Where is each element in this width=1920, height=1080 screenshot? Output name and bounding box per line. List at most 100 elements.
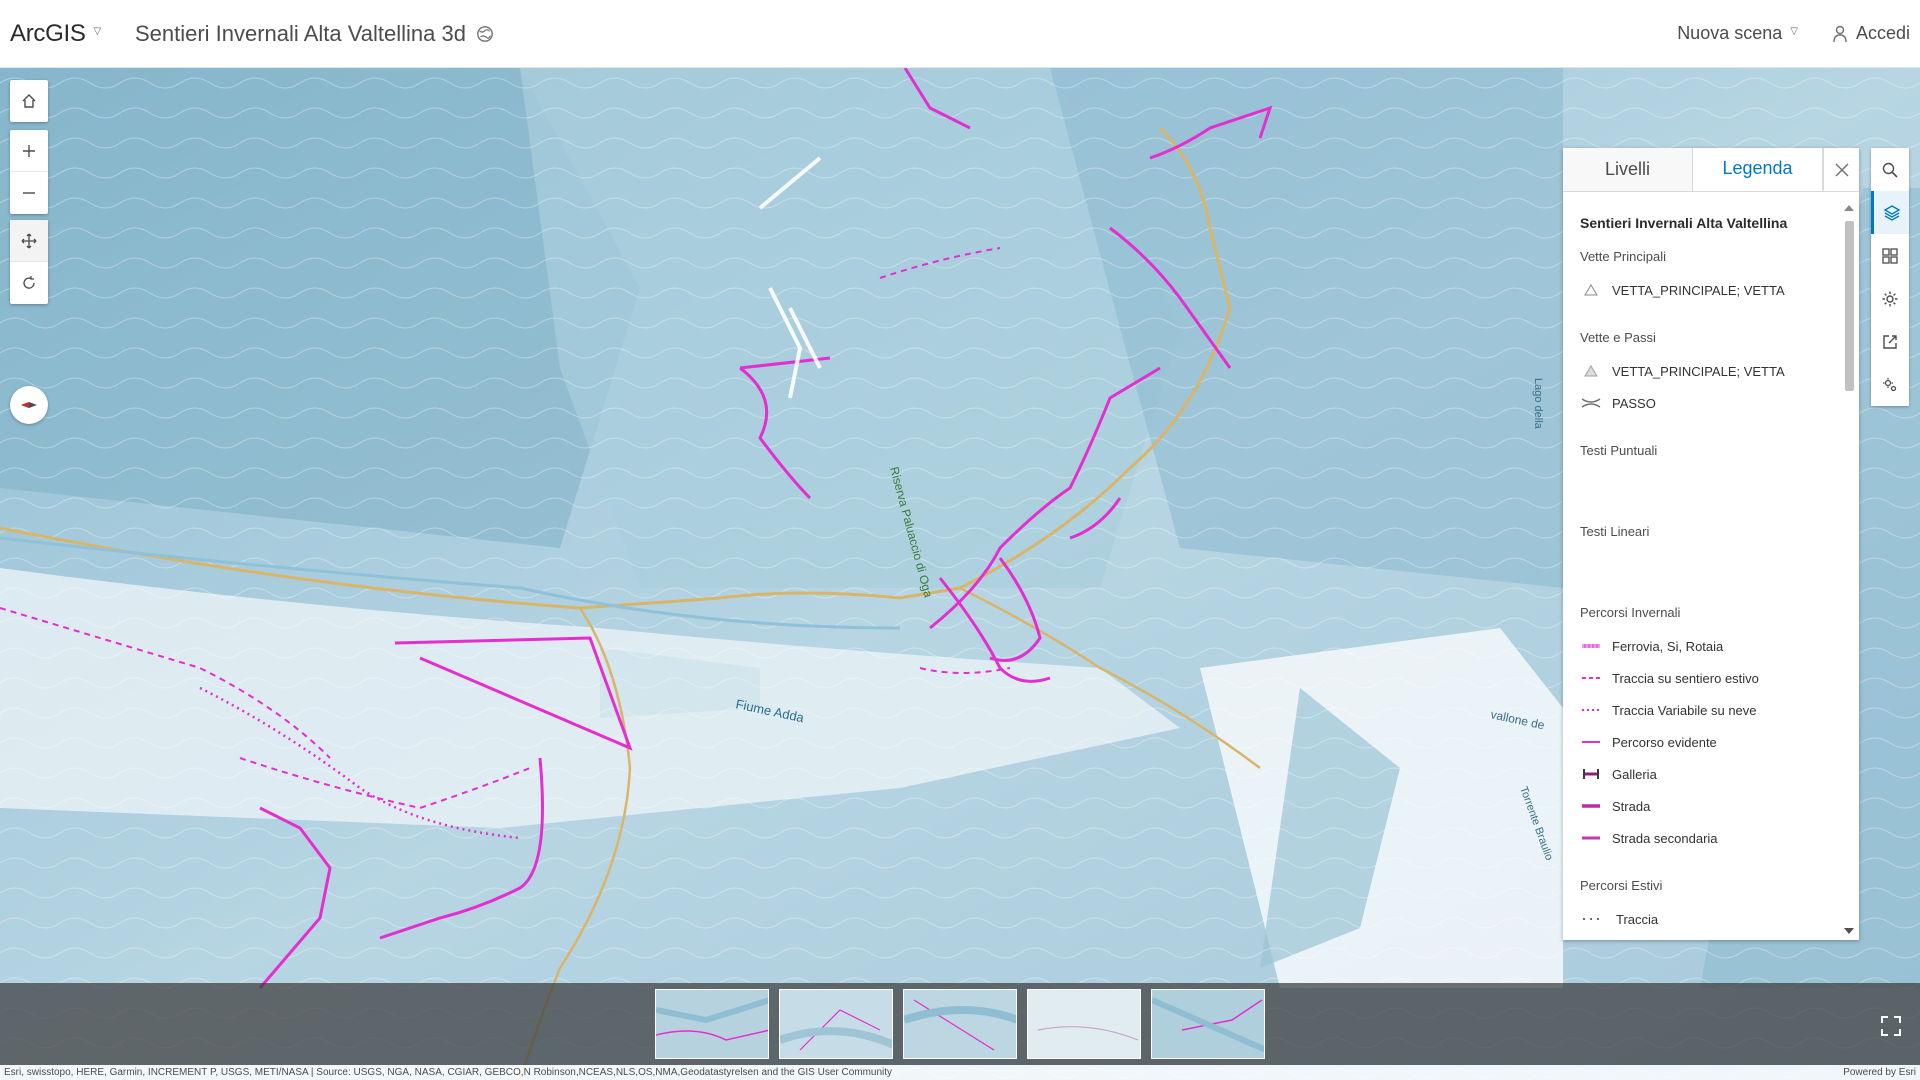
brand-label: ArcGIS xyxy=(10,19,86,47)
legend-item: Strada xyxy=(1580,790,1823,822)
slides-bar xyxy=(0,983,1920,1065)
zoom-out-button[interactable] xyxy=(10,172,48,214)
pan-icon xyxy=(21,233,37,248)
pan-button[interactable] xyxy=(10,220,48,262)
dotted-line-icon xyxy=(1582,709,1600,711)
share-button[interactable] xyxy=(1871,320,1909,363)
home-widget xyxy=(10,80,48,122)
railway-symbol-icon xyxy=(1582,644,1600,648)
sign-in-button[interactable]: Accedi xyxy=(1832,23,1910,44)
layers-icon xyxy=(1883,204,1900,221)
tab-label: Legenda xyxy=(1722,158,1793,178)
legend-item-label: Strada secondaria xyxy=(1612,830,1718,846)
compass-icon xyxy=(21,402,37,408)
tools-button[interactable] xyxy=(1871,363,1909,406)
slide-thumbnail[interactable] xyxy=(1027,989,1141,1059)
pass-icon xyxy=(1581,398,1601,408)
attribution-text: Esri, swisstopo, HERE, Garmin, INCREMENT… xyxy=(4,1067,893,1078)
navigation-toggle xyxy=(10,220,48,304)
legend-item: PASSO xyxy=(1580,387,1823,419)
legend-content: Sentieri Invernali Alta Valtellina Vette… xyxy=(1563,193,1859,940)
zoom-in-button[interactable] xyxy=(10,130,48,172)
dashed-line-icon xyxy=(1582,677,1600,679)
slide-thumbnail[interactable] xyxy=(655,989,769,1059)
scene-title-label: Sentieri Invernali Alta Valtellina 3d xyxy=(134,20,466,46)
legend-scrollbar[interactable] xyxy=(1841,203,1857,934)
panel-tabs: Livelli Legenda xyxy=(1563,148,1859,192)
right-toolbar xyxy=(1871,148,1909,406)
app-header: ArcGIS ▽ Sentieri Invernali Alta Valtell… xyxy=(0,0,1920,68)
tab-livelli[interactable]: Livelli xyxy=(1563,148,1693,191)
sign-in-label: Accedi xyxy=(1855,23,1910,43)
rotate-icon xyxy=(23,276,35,289)
powered-by-esri[interactable]: Powered by Esri xyxy=(1843,1067,1916,1078)
legend-title: Sentieri Invernali Alta Valtellina xyxy=(1580,215,1788,231)
legend-item: Traccia su sentiero estivo xyxy=(1580,662,1823,694)
legend-item-label: Ferrovia, Si, Rotaia xyxy=(1612,638,1724,654)
legend-layer-name: Percorsi Invernali xyxy=(1580,605,1681,620)
slide-thumbnail[interactable] xyxy=(1151,989,1265,1059)
legend-layer-name: Vette e Passi xyxy=(1580,330,1656,345)
legend-empty-symbol xyxy=(1580,549,1823,581)
search-icon xyxy=(1882,162,1898,178)
slide-thumbnail[interactable] xyxy=(903,989,1017,1059)
legend-panel: Livelli Legenda Sentieri Invernali Alta … xyxy=(1563,148,1859,940)
arcgis-brand-menu[interactable]: ArcGIS ▽ xyxy=(10,20,101,48)
user-icon xyxy=(1833,25,1847,42)
legend-item: VETTA_PRINCIPALE; VETTA xyxy=(1580,355,1823,387)
zoom-out-icon xyxy=(23,192,35,194)
triangle-icon xyxy=(1584,365,1598,377)
slide-thumbnail[interactable] xyxy=(779,989,893,1059)
legend-item: Ferrovia, Si, Rotaia xyxy=(1580,630,1823,662)
basemap-gallery-button[interactable] xyxy=(1871,234,1909,277)
rotate-button[interactable] xyxy=(10,262,48,304)
new-scene-menu[interactable]: Nuova scena ▽ xyxy=(1677,23,1798,44)
home-button[interactable] xyxy=(10,80,48,122)
tab-label: Livelli xyxy=(1604,159,1651,179)
dotted-trail-icon xyxy=(1583,918,1599,920)
legend-layer-name: Testi Lineari xyxy=(1580,524,1650,539)
tunnel-symbol-icon xyxy=(1583,769,1599,779)
legend-layer-name: Percorsi Estivi xyxy=(1580,878,1663,893)
close-icon xyxy=(1835,163,1848,176)
new-scene-label: Nuova scena xyxy=(1677,23,1783,43)
legend-item: Traccia xyxy=(1580,903,1823,935)
header-actions: Nuova scena ▽ Accedi xyxy=(1677,23,1910,44)
home-icon xyxy=(22,94,36,108)
chevron-down-icon: ▽ xyxy=(93,26,102,37)
basemap-gallery-icon xyxy=(1882,247,1898,264)
search-button[interactable] xyxy=(1871,148,1909,191)
close-panel-button[interactable] xyxy=(1823,148,1859,191)
legend-item: Galleria xyxy=(1580,758,1823,790)
solid-line-icon xyxy=(1582,741,1600,743)
legend-item-label: Percorso evidente xyxy=(1612,734,1717,750)
scroll-down-arrow-icon[interactable] xyxy=(1844,928,1854,934)
scene-view[interactable]: Fiume Adda Riserva Paluaccio di Oga vall… xyxy=(0,68,1920,1080)
scroll-up-arrow-icon[interactable] xyxy=(1844,205,1854,211)
legend-item-label: Strada xyxy=(1612,798,1651,814)
legend-item: Traccia Variabile su neve xyxy=(1580,694,1823,726)
secondary-road-line-icon xyxy=(1582,836,1600,840)
gear-icon xyxy=(1882,291,1898,306)
settings-button[interactable] xyxy=(1871,277,1909,320)
legend-item-label: Traccia su sentiero estivo xyxy=(1612,670,1759,686)
map-label-lake: Lago della xyxy=(1532,378,1544,430)
legend-item-label: Galleria xyxy=(1612,766,1657,782)
legend-item-label: Traccia xyxy=(1616,911,1659,927)
scroll-thumb[interactable] xyxy=(1845,221,1854,391)
attribution-bar: Esri, swisstopo, HERE, Garmin, INCREMENT… xyxy=(0,1065,1920,1080)
legend-empty-symbol xyxy=(1580,468,1823,500)
zoom-widget xyxy=(10,130,48,214)
legend-item: VETTA_PRINCIPALE; VETTA xyxy=(1580,274,1823,306)
scene-title: Sentieri Invernali Alta Valtellina 3d xyxy=(135,21,494,47)
tab-legenda[interactable]: Legenda xyxy=(1693,148,1823,191)
compass-button[interactable] xyxy=(10,386,48,424)
triangle-icon xyxy=(1584,284,1598,296)
layers-button[interactable] xyxy=(1871,191,1909,234)
fullscreen-icon[interactable] xyxy=(1880,1015,1902,1037)
legend-item-label: Traccia Variabile su neve xyxy=(1612,702,1757,718)
chevron-down-icon: ▽ xyxy=(1790,26,1798,37)
legend-item: Strada secondaria xyxy=(1580,822,1823,854)
globe-icon[interactable] xyxy=(476,25,494,43)
tools-icon xyxy=(1883,377,1897,391)
